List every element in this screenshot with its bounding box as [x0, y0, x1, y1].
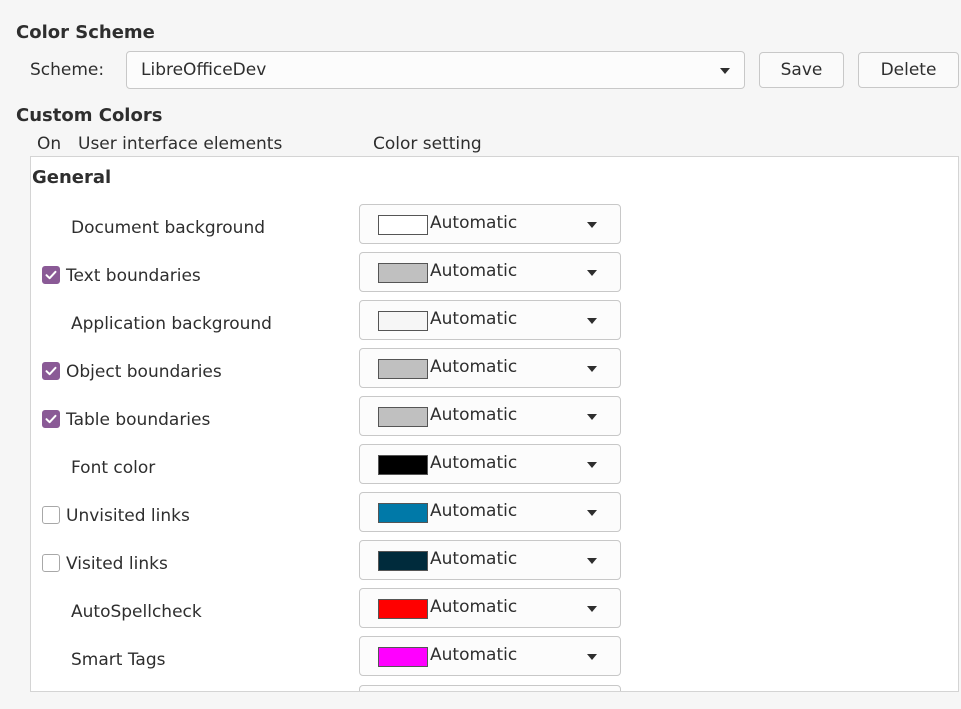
color-dropdown-partial[interactable] [359, 685, 621, 691]
color-swatch [378, 647, 428, 667]
color-dropdown[interactable]: Automatic [359, 300, 621, 340]
chevron-down-icon [587, 510, 597, 516]
color-settings-list[interactable]: General Document background Automatic Text… [30, 156, 959, 692]
list-item: Text boundaries Automatic [31, 252, 958, 300]
color-dropdown[interactable]: Automatic [359, 636, 621, 676]
list-item: AutoSpellcheck Automatic [31, 588, 958, 636]
visibility-checkbox[interactable] [42, 362, 60, 380]
color-value: Automatic [430, 549, 518, 569]
list-item: Object boundaries Automatic [31, 348, 958, 396]
color-scheme-heading: Color Scheme [16, 22, 155, 43]
element-label: Document background [71, 218, 266, 238]
color-value: Automatic [430, 597, 518, 617]
list-item: Font color Automatic [31, 444, 958, 492]
color-value: Automatic [430, 501, 518, 521]
element-label: Text boundaries [66, 266, 201, 286]
color-swatch [378, 599, 428, 619]
custom-colors-heading: Custom Colors [16, 105, 163, 126]
color-dropdown[interactable]: Automatic [359, 348, 621, 388]
element-label: Font color [71, 458, 156, 478]
element-label: Object boundaries [66, 362, 222, 382]
delete-button[interactable]: Delete [858, 52, 959, 88]
column-header-setting: Color setting [373, 134, 482, 154]
visibility-checkbox[interactable] [42, 506, 60, 524]
color-swatch [378, 263, 428, 283]
chevron-down-icon [587, 414, 597, 420]
element-label: Visited links [66, 554, 168, 574]
color-dropdown[interactable]: Automatic [359, 492, 621, 532]
scheme-label: Scheme: [30, 60, 105, 80]
chevron-down-icon [587, 318, 597, 324]
element-label: Unvisited links [66, 506, 190, 526]
element-label: Application background [71, 314, 272, 334]
list-item: Application background Automatic [31, 300, 958, 348]
element-label: Table boundaries [66, 410, 211, 430]
chevron-down-icon [587, 654, 597, 660]
color-dropdown[interactable]: Automatic [359, 540, 621, 580]
element-label: Smart Tags [71, 650, 166, 670]
chevron-down-icon [720, 68, 730, 74]
color-swatch [378, 551, 428, 571]
save-button[interactable]: Save [759, 52, 844, 88]
list-item: Table boundaries Automatic [31, 396, 958, 444]
color-swatch [378, 359, 428, 379]
color-swatch [378, 407, 428, 427]
list-item: Visited links Automatic [31, 540, 958, 588]
scheme-value: LibreOfficeDev [141, 60, 267, 80]
chevron-down-icon [587, 558, 597, 564]
chevron-down-icon [587, 462, 597, 468]
chevron-down-icon [587, 366, 597, 372]
list-item: Smart Tags Automatic [31, 636, 958, 684]
color-swatch [378, 311, 428, 331]
color-dropdown[interactable]: Automatic [359, 444, 621, 484]
color-value: Automatic [430, 453, 518, 473]
column-header-elements: User interface elements [78, 134, 283, 154]
color-dropdown[interactable]: Automatic [359, 252, 621, 292]
color-swatch [378, 215, 428, 235]
color-swatch [378, 455, 428, 475]
visibility-checkbox[interactable] [42, 266, 60, 284]
list-item: Document background Automatic [31, 204, 958, 252]
color-swatch [378, 503, 428, 523]
color-dropdown[interactable]: Automatic [359, 396, 621, 436]
color-value: Automatic [430, 645, 518, 665]
color-value: Automatic [430, 261, 518, 281]
chevron-down-icon [587, 222, 597, 228]
chevron-down-icon [587, 606, 597, 612]
column-header-on: On [37, 134, 62, 154]
visibility-checkbox[interactable] [42, 410, 60, 428]
group-general-heading: General [32, 167, 112, 188]
color-value: Automatic [430, 309, 518, 329]
color-dropdown[interactable]: Automatic [359, 204, 621, 244]
color-value: Automatic [430, 213, 518, 233]
element-label: AutoSpellcheck [71, 602, 202, 622]
chevron-down-icon [587, 270, 597, 276]
scheme-dropdown[interactable]: LibreOfficeDev [126, 51, 745, 89]
color-value: Automatic [430, 357, 518, 377]
color-dropdown[interactable]: Automatic [359, 588, 621, 628]
visibility-checkbox[interactable] [42, 554, 60, 572]
color-value: Automatic [430, 405, 518, 425]
list-item: Unvisited links Automatic [31, 492, 958, 540]
